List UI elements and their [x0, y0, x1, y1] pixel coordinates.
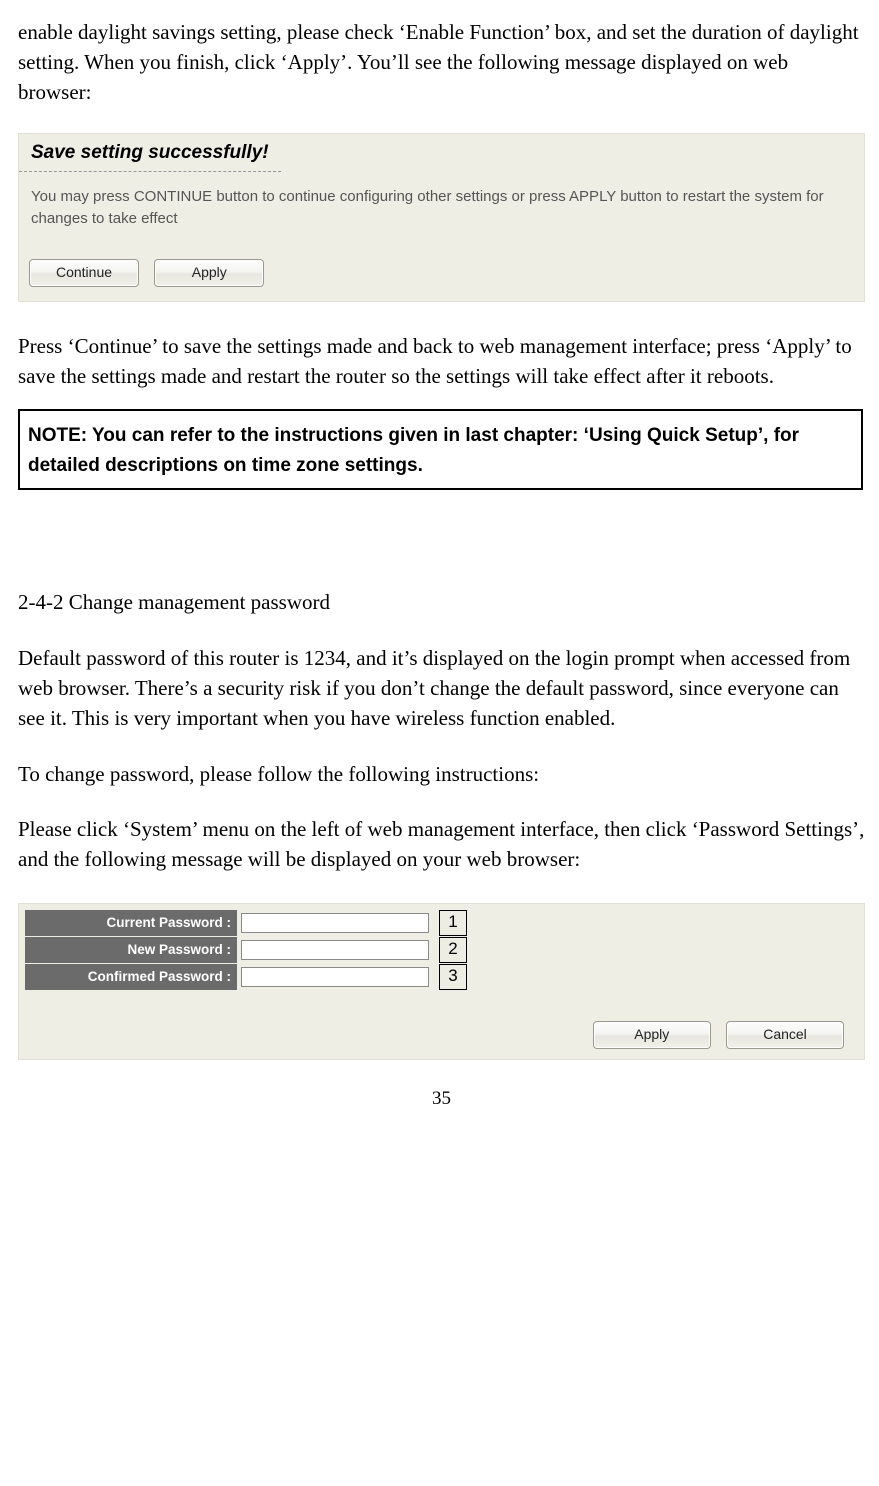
new-password-label: New Password :: [25, 937, 237, 963]
password-intro-paragraph: Default password of this router is 1234,…: [18, 644, 865, 733]
save-success-title: Save setting successfully!: [19, 134, 281, 172]
password-apply-button[interactable]: Apply: [593, 1021, 711, 1049]
current-password-row: Current Password : 1: [25, 910, 858, 936]
after-save-paragraph: Press ‘Continue’ to save the settings ma…: [18, 332, 865, 392]
apply-button[interactable]: Apply: [154, 259, 264, 287]
new-password-input[interactable]: [241, 940, 429, 960]
callout-3: 3: [439, 964, 467, 990]
confirmed-password-row: Confirmed Password : 3: [25, 964, 858, 990]
intro-paragraph: enable daylight savings setting, please …: [18, 18, 865, 107]
password-form-panel: Current Password : 1 New Password : 2 Co…: [18, 903, 865, 1060]
note-box: NOTE: You can refer to the instructions …: [18, 409, 863, 490]
password-navigation-paragraph: Please click ‘System’ menu on the left o…: [18, 815, 865, 875]
callout-1: 1: [439, 910, 467, 936]
new-password-row: New Password : 2: [25, 937, 858, 963]
callout-2: 2: [439, 937, 467, 963]
password-instruction-lead: To change password, please follow the fo…: [18, 760, 865, 790]
save-success-message: You may press CONTINUE button to continu…: [19, 172, 864, 256]
confirmed-password-label: Confirmed Password :: [25, 964, 237, 990]
section-heading: 2-4-2 Change management password: [18, 588, 865, 618]
current-password-input[interactable]: [241, 913, 429, 933]
page-number: 35: [18, 1086, 865, 1113]
confirmed-password-input[interactable]: [241, 967, 429, 987]
password-cancel-button[interactable]: Cancel: [726, 1021, 844, 1049]
continue-button[interactable]: Continue: [29, 259, 139, 287]
current-password-label: Current Password :: [25, 910, 237, 936]
save-success-panel: Save setting successfully! You may press…: [18, 133, 865, 301]
